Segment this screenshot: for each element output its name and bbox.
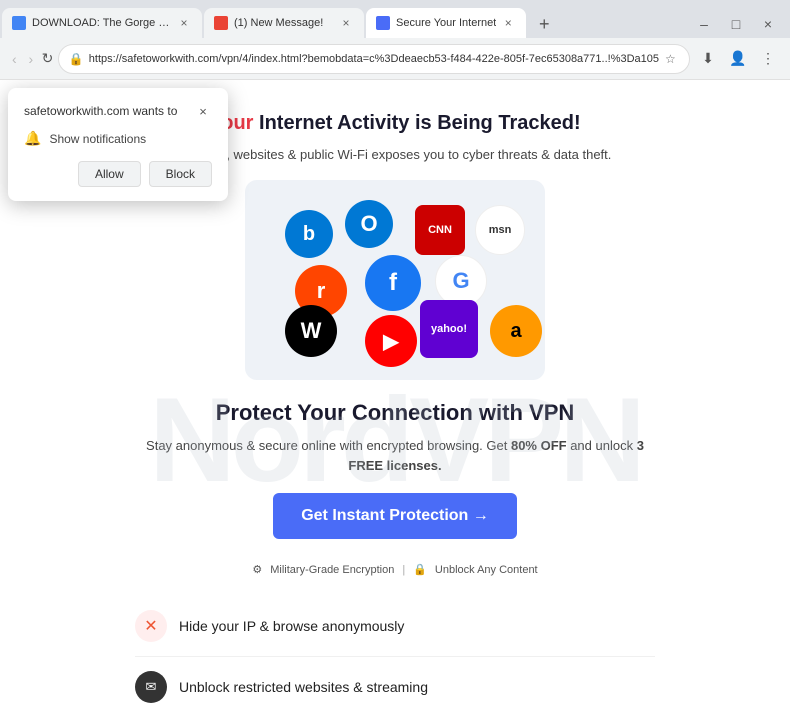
nav-bar: ‹ › ↻ 🔒 https://safetoworkwith.com/vpn/4… <box>0 38 790 80</box>
popup-notification-text: Show notifications <box>49 132 146 146</box>
yahoo-logo: yahoo! <box>420 300 478 358</box>
tab-secure-label: Secure Your Internet <box>396 17 496 29</box>
wikipedia-logo: W <box>285 305 337 357</box>
back-button[interactable]: ‹ <box>8 45 21 73</box>
reload-button[interactable]: ↻ <box>41 45 54 73</box>
cnn-logo: CNN <box>415 205 465 255</box>
unblock-icon: 🔒 <box>413 563 427 576</box>
feature-row-0: ✕ Hide your IP & browse anonymously <box>135 596 655 657</box>
popup-close-button[interactable]: × <box>194 102 212 120</box>
feature-row-1: ✉ Unblock restricted websites & streamin… <box>135 657 655 713</box>
feature-text-1: Unblock restricted websites & streaming <box>179 679 428 695</box>
tab-message[interactable]: (1) New Message! × <box>204 8 364 38</box>
feature-icon-1: ✉ <box>135 671 167 703</box>
tab-message-label: (1) New Message! <box>234 17 334 29</box>
amazon-logo: a <box>490 305 542 357</box>
tab-secure[interactable]: Secure Your Internet × <box>366 8 526 38</box>
allow-button[interactable]: Allow <box>78 161 141 187</box>
menu-button[interactable]: ⋮ <box>754 45 782 73</box>
popup-notification-row: 🔔 Show notifications <box>24 130 212 147</box>
lock-icon: 🔒 <box>69 52 83 66</box>
msn-logo: msn <box>475 205 525 255</box>
tab-favicon-secure <box>376 16 390 30</box>
licenses-text: 3 FREE licenses. <box>348 438 644 473</box>
badge-encryption: Military-Grade Encryption <box>270 564 394 576</box>
youtube-logo: ▶ <box>365 315 417 367</box>
tab-bar: DOWNLOAD: The Gorge (2025... × (1) New M… <box>0 0 790 38</box>
divider: | <box>402 564 405 576</box>
tab-download-label: DOWNLOAD: The Gorge (2025... <box>32 17 172 29</box>
bell-icon: 🔔 <box>24 130 41 147</box>
encryption-icon: ⚙ <box>252 563 262 576</box>
outlook-logo: O <box>345 200 393 248</box>
block-button[interactable]: Block <box>149 161 212 187</box>
popup-buttons: Allow Block <box>24 161 212 187</box>
bookmark-icon: ☆ <box>665 52 679 66</box>
badge-unblock: Unblock Any Content <box>435 564 538 576</box>
tab-download-close[interactable]: × <box>176 15 192 31</box>
bing-logo: b <box>285 210 333 258</box>
browser-content: safetoworkwith.com wants to × 🔔 Show not… <box>0 80 790 713</box>
feature-icon-0: ✕ <box>135 610 167 642</box>
tab-secure-close[interactable]: × <box>500 15 516 31</box>
forward-button[interactable]: › <box>25 45 38 73</box>
new-tab-button[interactable]: + <box>530 10 558 38</box>
minimize-button[interactable]: – <box>690 10 718 38</box>
popup-title: safetoworkwith.com wants to <box>24 104 177 118</box>
address-bar[interactable]: 🔒 https://safetoworkwith.com/vpn/4/index… <box>58 44 690 74</box>
logos-container: b O CNN msn r f G W ▶ yahoo! a <box>245 180 545 380</box>
tab-favicon-message <box>214 16 228 30</box>
account-button[interactable]: 👤 <box>724 45 752 73</box>
browser-window: DOWNLOAD: The Gorge (2025... × (1) New M… <box>0 0 790 713</box>
tab-message-close[interactable]: × <box>338 15 354 31</box>
protect-subtext: Stay anonymous & secure online with encr… <box>135 436 655 475</box>
window-close-button[interactable]: × <box>754 10 782 38</box>
url-text: https://safetoworkwith.com/vpn/4/index.h… <box>89 53 659 65</box>
popup-header: safetoworkwith.com wants to × <box>24 102 212 120</box>
cta-button[interactable]: Get Instant Protection → <box>273 493 517 539</box>
protect-heading: Protect Your Connection with VPN <box>135 400 655 426</box>
tab-favicon <box>12 16 26 30</box>
maximize-button[interactable]: □ <box>722 10 750 38</box>
feature-text-0: Hide your IP & browse anonymously <box>179 618 404 634</box>
trust-badges: ⚙ Military-Grade Encryption | 🔒 Unblock … <box>135 563 655 576</box>
download-button[interactable]: ⬇ <box>694 45 722 73</box>
discount-text: 80% OFF <box>511 438 567 453</box>
notification-popup: safetoworkwith.com wants to × 🔔 Show not… <box>8 88 228 201</box>
facebook-logo: f <box>365 255 421 311</box>
logos-grid: b O CNN msn r f G W ▶ yahoo! a <box>265 200 525 360</box>
tab-download[interactable]: DOWNLOAD: The Gorge (2025... × <box>2 8 202 38</box>
